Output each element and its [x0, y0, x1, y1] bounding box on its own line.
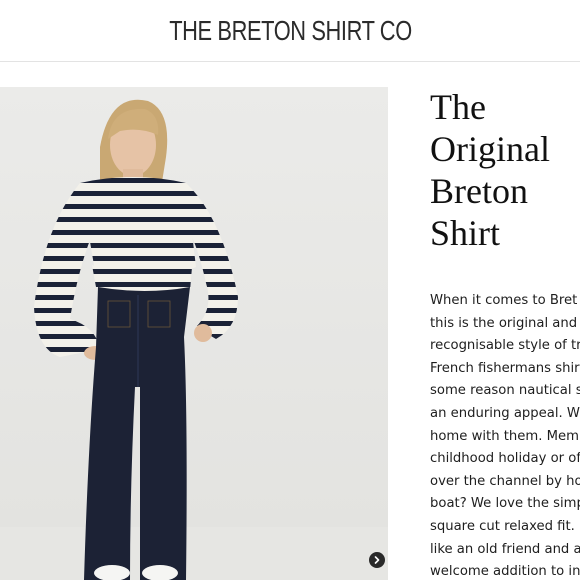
description-line: home with them. Mem	[430, 428, 579, 444]
description-line: square cut relaxed fit.	[430, 518, 575, 534]
description-line: welcome addition to in	[430, 564, 580, 580]
product-description: When it comes to Bret this is the origin…	[430, 290, 580, 580]
site-header: THE BRETON SHIRT CO	[0, 0, 580, 62]
description-line: over the channel by ho	[430, 473, 580, 489]
description-line: When it comes to Bret	[430, 293, 578, 308]
description-line: boat? We love the simp	[430, 496, 580, 512]
model-photo	[0, 87, 388, 580]
description-line: like an old friend and a	[430, 541, 580, 557]
product-hero-image	[0, 87, 388, 580]
description-line: some reason nautical s	[430, 383, 580, 399]
description-line: this is the original and	[430, 315, 578, 331]
carousel-next-button[interactable]	[369, 552, 385, 568]
description-line: French fishermans shir	[430, 360, 580, 376]
description-line: recognisable style of tr	[430, 338, 580, 354]
site-logo[interactable]: THE BRETON SHIRT CO	[169, 15, 412, 47]
product-title: The Original Breton Shirt	[430, 87, 550, 253]
description-line: childhood holiday or of	[430, 451, 580, 467]
description-line: an enduring appeal. W	[430, 405, 580, 421]
chevron-right-icon	[374, 556, 380, 564]
product-info: The Original Breton Shirt When it comes …	[430, 86, 580, 580]
